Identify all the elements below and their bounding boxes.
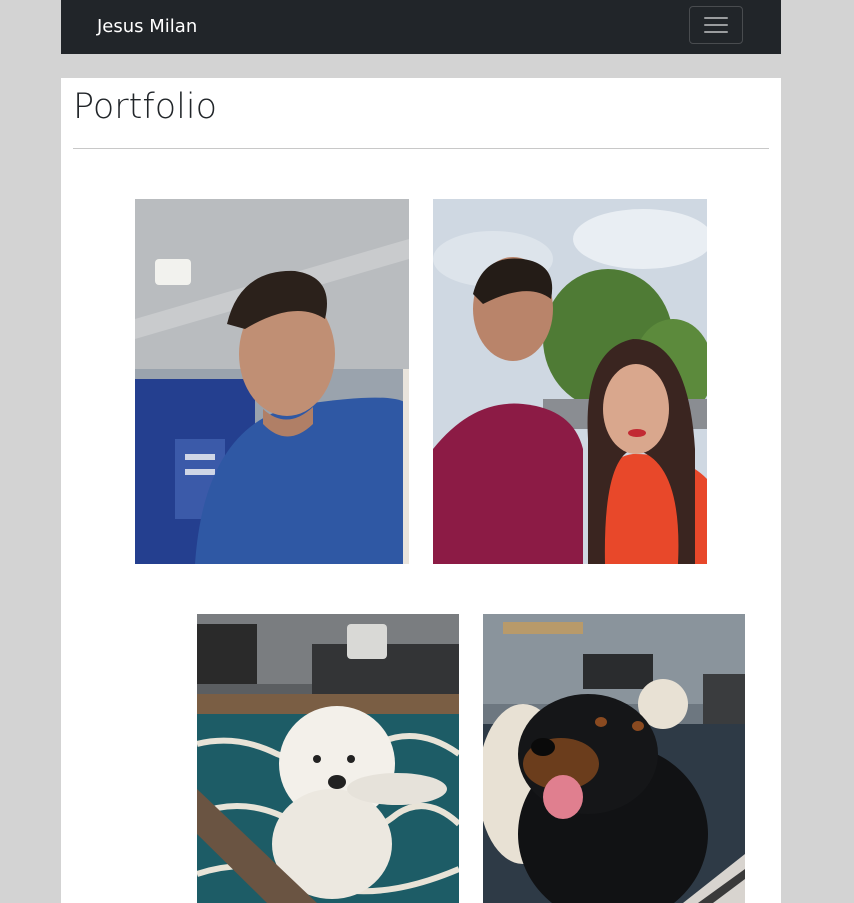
white-dog-photo[interactable] xyxy=(197,614,459,903)
rottweiler-photo[interactable] xyxy=(483,614,745,903)
brand-link[interactable]: Jesus Milan xyxy=(97,14,197,40)
title-divider xyxy=(73,148,769,149)
page-title: Portfolio xyxy=(73,87,217,127)
navbar: Jesus Milan xyxy=(61,0,781,54)
portrait-couple-outdoors[interactable] xyxy=(433,199,707,564)
portrait-man-blue-shirt[interactable] xyxy=(135,199,409,564)
portfolio-section: Portfolio xyxy=(61,78,781,903)
hamburger-menu-icon xyxy=(704,16,728,34)
navbar-toggle-button[interactable] xyxy=(689,6,743,44)
